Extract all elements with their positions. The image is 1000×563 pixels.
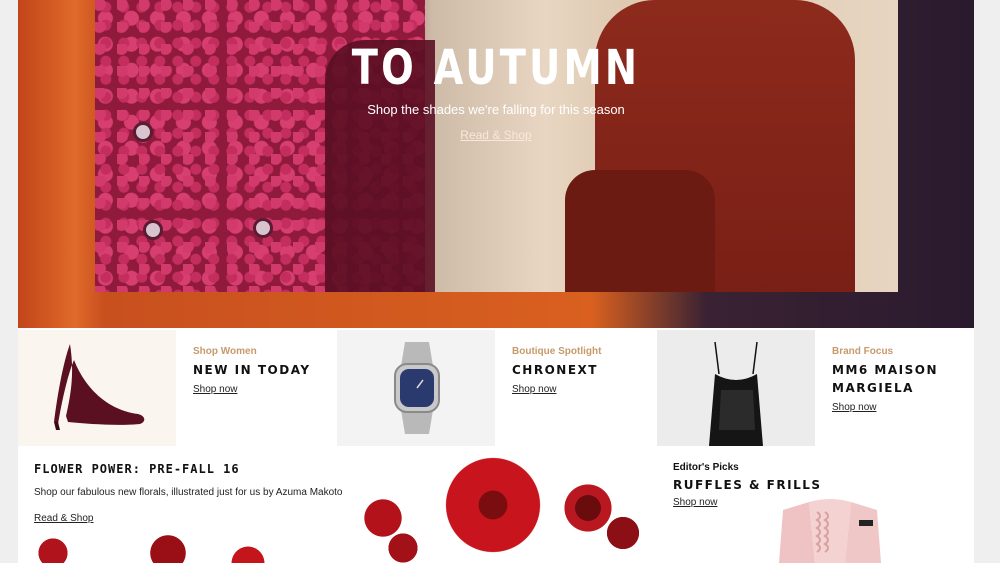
tile-boutique-spotlight[interactable]: Boutique Spotlight CHRONEXT Shop now: [337, 330, 655, 446]
shop-now-link[interactable]: Shop now: [832, 402, 876, 413]
tile-brand-focus[interactable]: Brand Focus MM6 MAISON MARGIELA Shop now: [657, 330, 974, 446]
tile-kicker: Boutique Spotlight: [512, 346, 602, 357]
editors-kicker: Editor's Picks: [673, 462, 739, 473]
shop-now-link[interactable]: Shop now: [193, 384, 237, 395]
tile-heading: CHRONEXT: [512, 363, 598, 377]
slip-top-image: [657, 330, 815, 446]
editors-picks-panel[interactable]: Editor's Picks RUFFLES & FRILLS Shop now: [657, 448, 974, 563]
tile-kicker: Shop Women: [193, 346, 257, 357]
tile-shop-women[interactable]: Shop Women NEW IN TODAY Shop now: [18, 330, 335, 446]
tile-heading: NEW IN TODAY: [193, 363, 311, 377]
hero-read-shop-link[interactable]: Read & Shop: [460, 128, 531, 142]
ruffle-top-image: [775, 498, 885, 563]
flower-description: Shop our fabulous new florals, illustrat…: [34, 487, 343, 498]
watch-image: [337, 330, 495, 446]
flower-read-shop-link[interactable]: Read & Shop: [34, 513, 94, 524]
editors-heading: RUFFLES & FRILLS: [673, 478, 822, 492]
flower-title: FLOWER POWER: PRE-FALL 16: [34, 462, 240, 476]
tile-kicker: Brand Focus: [832, 346, 894, 357]
shoe-image: [18, 330, 176, 446]
shop-now-link[interactable]: Shop now: [673, 497, 717, 508]
tile-heading: MM6 MAISON MARGIELA: [832, 363, 938, 395]
shop-now-link[interactable]: Shop now: [512, 384, 556, 395]
flower-power-panel[interactable]: FLOWER POWER: PRE-FALL 16 Shop our fabul…: [18, 448, 655, 563]
hero-subtitle: Shop the shades we're falling for this s…: [367, 102, 625, 117]
page: TO AUTUMN Shop the shades we're falling …: [18, 0, 974, 563]
hero-banner[interactable]: TO AUTUMN Shop the shades we're falling …: [18, 0, 974, 328]
hero-title: TO AUTUMN: [351, 40, 641, 96]
